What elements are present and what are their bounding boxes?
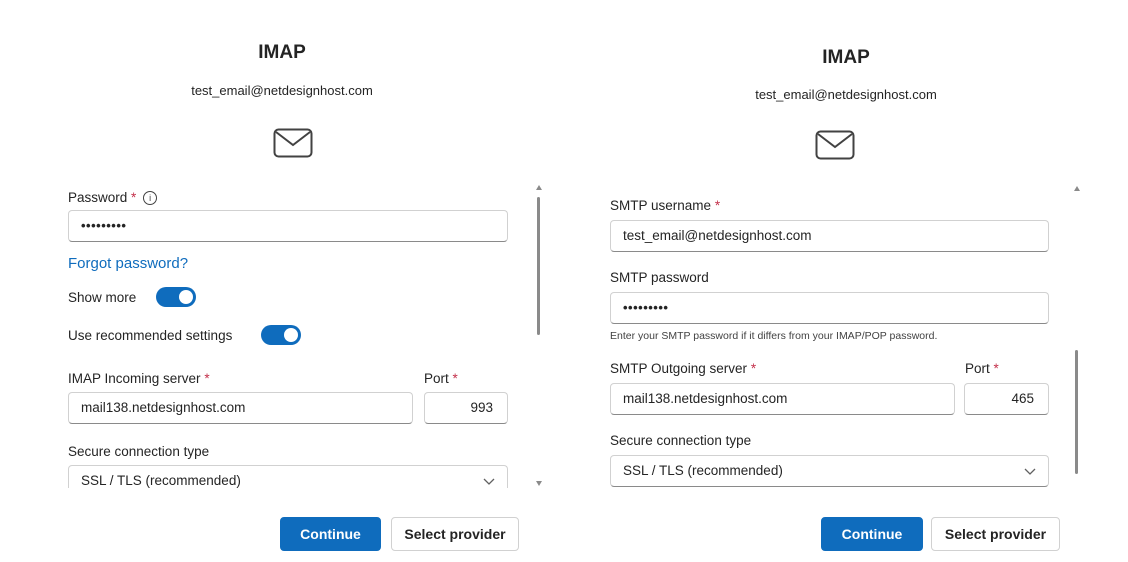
- recommended-settings-toggle[interactable]: [261, 325, 301, 345]
- smtp-username-field[interactable]: test_email@netdesignhost.com: [610, 220, 1049, 252]
- page-title: IMAP: [822, 47, 870, 68]
- right-panel: IMAP test_email@netdesignhost.com SMTP u…: [564, 0, 1128, 562]
- password-label: Password * i: [68, 190, 158, 205]
- settings-scroll-area[interactable]: SMTP username * test_email@netdesignhost…: [600, 188, 1070, 490]
- port-field[interactable]: 993: [424, 392, 508, 424]
- password-field[interactable]: •••••••••: [68, 210, 508, 242]
- incoming-server-field[interactable]: mail138.netdesignhost.com: [68, 392, 413, 424]
- account-email: test_email@netdesignhost.com: [191, 83, 373, 98]
- scrollbar[interactable]: [1073, 186, 1081, 488]
- scroll-down-arrow[interactable]: [536, 481, 542, 486]
- page-title: IMAP: [258, 42, 306, 63]
- info-icon[interactable]: i: [143, 191, 158, 205]
- chevron-down-icon: [483, 478, 495, 485]
- scroll-up-arrow[interactable]: [1074, 186, 1080, 191]
- mail-icon: [815, 130, 855, 160]
- select-provider-button[interactable]: Select provider: [931, 517, 1060, 551]
- incoming-server-label: IMAP Incoming server *: [68, 371, 210, 386]
- scroll-thumb[interactable]: [537, 197, 540, 335]
- outgoing-server-field[interactable]: mail138.netdesignhost.com: [610, 383, 955, 415]
- scroll-thumb[interactable]: [1075, 350, 1078, 474]
- chevron-down-icon: [1024, 468, 1036, 475]
- secure-connection-select[interactable]: SSL / TLS (recommended): [610, 455, 1049, 487]
- left-panel: IMAP test_email@netdesignhost.com Passwo…: [0, 0, 564, 562]
- smtp-password-label: SMTP password: [610, 270, 709, 285]
- mail-icon: [273, 128, 313, 158]
- recommended-settings-label: Use recommended settings: [68, 328, 233, 343]
- smtp-password-field[interactable]: •••••••••: [610, 292, 1049, 324]
- port-label: Port *: [424, 371, 458, 386]
- continue-button[interactable]: Continue: [821, 517, 923, 551]
- scrollbar[interactable]: [535, 185, 543, 488]
- port-field[interactable]: 465: [964, 383, 1049, 415]
- show-more-toggle[interactable]: [156, 287, 196, 307]
- outgoing-server-label: SMTP Outgoing server *: [610, 361, 757, 376]
- scroll-up-arrow[interactable]: [536, 185, 542, 190]
- smtp-password-hint: Enter your SMTP password if it differs f…: [610, 330, 938, 342]
- secure-connection-label: Secure connection type: [68, 444, 210, 459]
- account-email: test_email@netdesignhost.com: [755, 87, 937, 102]
- continue-button[interactable]: Continue: [280, 517, 381, 551]
- forgot-password-link[interactable]: Forgot password?: [68, 255, 188, 272]
- show-more-label: Show more: [68, 290, 137, 305]
- secure-connection-select[interactable]: SSL / TLS (recommended): [68, 465, 508, 488]
- smtp-username-label: SMTP username *: [610, 198, 721, 213]
- settings-scroll-area[interactable]: Password * i ••••••••• Forgot password? …: [60, 182, 520, 488]
- select-provider-button[interactable]: Select provider: [391, 517, 519, 551]
- toggle-knob: [179, 290, 193, 304]
- toggle-knob: [284, 328, 298, 342]
- port-label: Port *: [965, 361, 999, 376]
- secure-connection-label: Secure connection type: [610, 433, 752, 448]
